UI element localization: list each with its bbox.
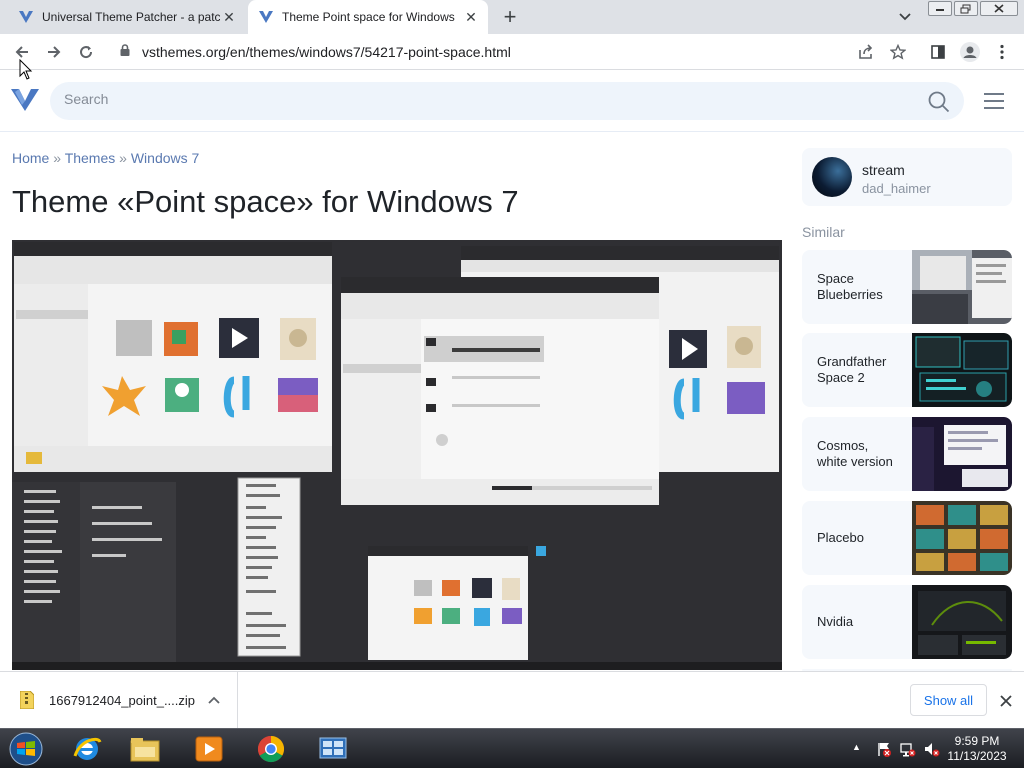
show-hidden-icons-arrow-icon[interactable]: ▲ xyxy=(852,742,861,752)
minimize-window-icon[interactable] xyxy=(928,1,952,16)
similar-item-space-blueberries[interactable]: Space Blueberries xyxy=(802,250,1012,324)
media-player-icon[interactable] xyxy=(182,731,236,767)
author-name[interactable]: stream xyxy=(862,162,905,178)
breadcrumb-windows7-link[interactable]: Windows 7 xyxy=(131,150,199,166)
breadcrumb-themes-link[interactable]: Themes xyxy=(65,150,116,166)
tab-title: Universal Theme Patcher - a patc xyxy=(42,10,220,24)
zip-file-icon xyxy=(19,690,35,710)
close-window-icon[interactable] xyxy=(980,1,1018,16)
similar-item-title[interactable]: Cosmos, white version xyxy=(817,417,907,491)
windows-taskbar: ▲ 9:59 PM 11/13/2023 xyxy=(0,728,1024,768)
clock-date: 11/13/2023 xyxy=(947,749,1007,763)
search-icon[interactable] xyxy=(928,91,950,113)
taskbar-clock[interactable]: 9:59 PM 11/13/2023 xyxy=(944,734,1010,764)
tab-universal-theme-patcher[interactable]: Universal Theme Patcher - a patc ✕ xyxy=(8,0,246,34)
address-bar[interactable]: vsthemes.org/en/themes/windows7/54217-po… xyxy=(108,37,1018,67)
hamburger-menu-icon[interactable] xyxy=(984,92,1004,110)
download-bar: 1667912404_point_....zip Show all xyxy=(0,671,1024,728)
share-icon[interactable] xyxy=(855,41,877,63)
google-chrome-icon[interactable] xyxy=(244,731,298,767)
similar-item-thumbnail[interactable] xyxy=(912,333,1012,407)
site-header xyxy=(0,71,1024,132)
theme-preview-image[interactable] xyxy=(12,240,782,670)
tab-title: Theme Point space for Windows xyxy=(282,10,455,24)
tab-close-icon[interactable]: ✕ xyxy=(220,8,238,26)
similar-item-placebo[interactable]: Placebo xyxy=(802,501,1012,575)
author-card[interactable]: stream dad_haimer xyxy=(802,148,1012,206)
windows-start-orb-icon[interactable] xyxy=(6,731,46,767)
page-title: Theme «Point space» for Windows 7 xyxy=(12,184,519,219)
similar-item-thumbnail[interactable] xyxy=(912,501,1012,575)
browser-tab-strip: Universal Theme Patcher - a patc ✕ Theme… xyxy=(0,0,1024,34)
breadcrumb-separator: » xyxy=(53,150,62,166)
tab-search-chevron-icon[interactable] xyxy=(896,8,914,26)
download-item[interactable]: 1667912404_point_....zip xyxy=(0,672,238,728)
mouse-cursor-icon xyxy=(19,58,33,81)
new-tab-plus-icon[interactable]: + xyxy=(498,4,522,29)
chevron-up-icon[interactable] xyxy=(206,692,222,708)
control-panel-icon[interactable] xyxy=(306,731,360,767)
similar-item-title[interactable]: Nvidia xyxy=(817,585,907,659)
show-all-downloads-button[interactable]: Show all xyxy=(910,684,987,716)
action-center-flag-icon[interactable] xyxy=(876,741,892,757)
similar-item-title[interactable]: Space Blueberries xyxy=(817,250,907,324)
author-handle: dad_haimer xyxy=(862,181,931,196)
kebab-menu-icon[interactable] xyxy=(991,41,1013,63)
search-input[interactable] xyxy=(64,91,884,107)
similar-item-thumbnail[interactable] xyxy=(912,585,1012,659)
browser-toolbar: vsthemes.org/en/themes/windows7/54217-po… xyxy=(0,34,1024,70)
forward-arrow-icon[interactable] xyxy=(43,41,65,63)
similar-item-thumbnail[interactable] xyxy=(912,250,1012,324)
tab-point-space[interactable]: Theme Point space for Windows ✕ xyxy=(248,0,488,34)
similar-item-title[interactable]: Grandfather Space 2 xyxy=(817,333,907,407)
vsthemes-favicon-icon xyxy=(18,9,34,25)
breadcrumb-separator: » xyxy=(119,150,127,166)
volume-muted-icon[interactable] xyxy=(924,741,940,757)
profile-avatar-icon[interactable] xyxy=(959,41,981,63)
bookmark-star-icon[interactable] xyxy=(887,41,909,63)
network-icon[interactable] xyxy=(900,741,916,757)
internet-explorer-icon[interactable] xyxy=(60,731,114,767)
breadcrumb: Home » Themes » Windows 7 xyxy=(12,150,199,166)
reload-icon[interactable] xyxy=(75,41,97,63)
lock-icon[interactable] xyxy=(120,43,130,61)
tab-close-icon[interactable]: ✕ xyxy=(462,8,480,26)
clock-time: 9:59 PM xyxy=(954,734,1000,748)
close-download-bar-icon[interactable] xyxy=(996,691,1016,711)
similar-item-nvidia[interactable]: Nvidia xyxy=(802,585,1012,659)
similar-item-thumbnail[interactable] xyxy=(912,417,1012,491)
author-avatar[interactable] xyxy=(812,157,852,197)
url-text[interactable]: vsthemes.org/en/themes/windows7/54217-po… xyxy=(142,44,511,60)
file-explorer-icon[interactable] xyxy=(118,731,172,767)
side-panel-icon[interactable] xyxy=(927,41,949,63)
vsthemes-logo-icon[interactable] xyxy=(11,89,39,111)
restore-window-icon[interactable] xyxy=(954,1,978,16)
site-search-box[interactable] xyxy=(50,82,964,120)
similar-item-cosmos-white-version[interactable]: Cosmos, white version xyxy=(802,417,1012,491)
vsthemes-favicon-icon xyxy=(258,9,274,25)
similar-item-grandfather-space-2[interactable]: Grandfather Space 2 xyxy=(802,333,1012,407)
similar-item-title[interactable]: Placebo xyxy=(817,501,907,575)
breadcrumb-home-link[interactable]: Home xyxy=(12,150,49,166)
download-file-name[interactable]: 1667912404_point_....zip xyxy=(49,693,195,708)
similar-heading: Similar xyxy=(802,224,845,240)
